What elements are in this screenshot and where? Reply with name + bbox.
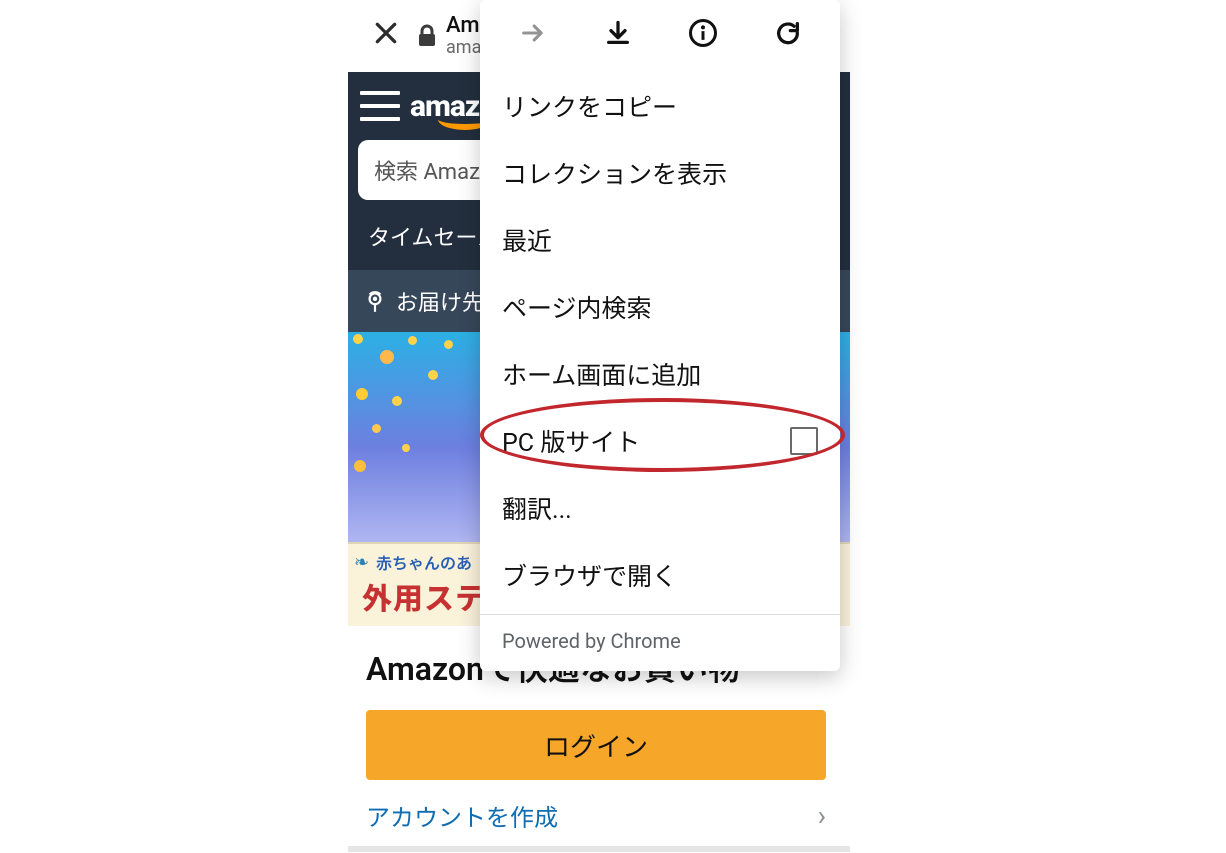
menu-copy-link[interactable]: リンクをコピー xyxy=(480,72,840,139)
menu-translate[interactable]: 翻訳... xyxy=(480,474,840,541)
desktop-site-checkbox[interactable] xyxy=(790,427,818,455)
amazon-logo[interactable]: amaz xyxy=(410,89,479,124)
menu-recent[interactable]: 最近 xyxy=(480,206,840,273)
lock-icon xyxy=(412,24,442,48)
menu-item-label: コレクションを表示 xyxy=(502,155,727,191)
menu-footer: Powered by Chrome xyxy=(480,615,840,671)
menu-desktop-site[interactable]: PC 版サイト xyxy=(480,407,840,474)
forward-icon[interactable] xyxy=(505,10,561,56)
chevron-right-icon: › xyxy=(818,799,826,832)
browser-menu: リンクをコピー コレクションを表示 最近 ページ内検索 ホーム画面に追加 PC … xyxy=(480,0,840,671)
leaf-icon: ❧ xyxy=(354,552,369,573)
tab-title: Am xyxy=(446,14,481,38)
menu-toolbar xyxy=(480,0,840,66)
menu-item-label: ブラウザで開く xyxy=(502,557,677,593)
menu-add-to-home[interactable]: ホーム画面に追加 xyxy=(480,340,840,407)
reload-icon[interactable] xyxy=(760,10,816,56)
divider xyxy=(348,846,850,852)
login-button[interactable]: ログイン xyxy=(366,710,826,780)
info-icon[interactable] xyxy=(675,10,731,56)
location-icon xyxy=(362,288,388,314)
search-placeholder: 検索 Amazo xyxy=(374,154,492,186)
login-button-label: ログイン xyxy=(544,727,648,764)
menu-show-collections[interactable]: コレクションを表示 xyxy=(480,139,840,206)
promo-line-2: 外用ステ xyxy=(362,574,486,618)
menu-item-label: リンクをコピー xyxy=(502,88,677,124)
close-icon[interactable] xyxy=(360,19,412,54)
menu-icon[interactable] xyxy=(358,87,402,125)
promo-line-1: 赤ちゃんのあ xyxy=(376,550,472,574)
menu-item-label: ページ内検索 xyxy=(502,289,652,325)
menu-item-label: PC 版サイト xyxy=(502,423,640,459)
menu-find-in-page[interactable]: ページ内検索 xyxy=(480,273,840,340)
menu-item-label: 最近 xyxy=(502,222,552,258)
create-account-label: アカウントを作成 xyxy=(366,798,558,833)
menu-item-label: 翻訳... xyxy=(502,490,572,526)
menu-item-label: ホーム画面に追加 xyxy=(502,356,701,392)
create-account-link[interactable]: アカウントを作成 › xyxy=(366,794,826,836)
tab-url: ama xyxy=(446,38,481,58)
download-icon[interactable] xyxy=(590,10,646,56)
menu-open-in-browser[interactable]: ブラウザで開く xyxy=(480,541,840,608)
